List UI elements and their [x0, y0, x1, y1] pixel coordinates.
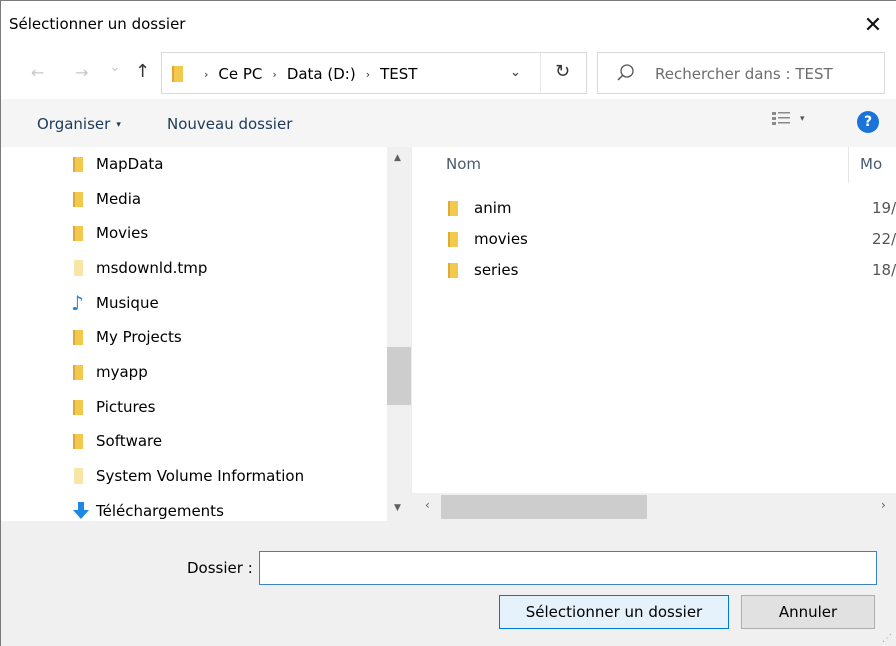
- close-icon: ✕: [863, 12, 883, 38]
- column-header-name[interactable]: Nom: [446, 155, 481, 173]
- folder-icon: [71, 154, 91, 174]
- help-button[interactable]: ?: [857, 111, 879, 133]
- tree-item-label: System Volume Information: [96, 467, 305, 485]
- up-folder-icon[interactable]: ↑: [135, 61, 150, 82]
- folder-icon: [71, 189, 91, 209]
- file-date: 18/(: [872, 261, 896, 279]
- tree-item-label: MapData: [96, 155, 164, 173]
- folder-icon: [171, 65, 187, 87]
- breadcrumb-separator: ›: [204, 67, 209, 81]
- tree-item-label: Movies: [96, 224, 149, 242]
- column-header-modified[interactable]: Mo: [860, 155, 882, 173]
- folder-input[interactable]: [259, 551, 877, 585]
- list-item[interactable]: movies 22/(: [446, 224, 896, 254]
- tree-item-label: Pictures: [96, 398, 156, 416]
- refresh-icon[interactable]: ↻: [555, 61, 570, 82]
- folder-icon: [446, 260, 466, 280]
- navigation-pane: MapData Media Movies msdownld.tmp ♪ Musi…: [1, 147, 411, 521]
- new-folder-button[interactable]: Nouveau dossier: [167, 115, 292, 133]
- folder-picker-dialog: Sélectionner un dossier ✕ ← → ⌄ ↑ › Ce P…: [0, 0, 896, 646]
- sort-ascending-icon: ^: [644, 147, 654, 154]
- folder-icon: [71, 431, 91, 451]
- file-date: 19/(: [872, 199, 896, 217]
- folder-blank-icon: [71, 258, 91, 278]
- tree-item-system-volume-information[interactable]: System Volume Information: [71, 459, 304, 493]
- breadcrumb-test[interactable]: TEST: [380, 65, 417, 83]
- select-folder-button[interactable]: Sélectionner un dossier: [499, 595, 729, 629]
- folder-icon: [71, 327, 91, 347]
- folder-field-label: Dossier :: [187, 559, 253, 577]
- navigation-bar: ← → ⌄ ↑ › Ce PC › Data (D:) › TEST ⌄ ↻ R…: [1, 47, 896, 99]
- tree-item-myapp[interactable]: myapp: [71, 355, 148, 389]
- folder-icon: [71, 362, 91, 382]
- dialog-title: Sélectionner un dossier: [9, 15, 186, 33]
- tree-item-label: Musique: [96, 294, 159, 312]
- close-button[interactable]: ✕: [856, 9, 890, 41]
- file-name: series: [474, 261, 519, 279]
- scrollbar-thumb[interactable]: [387, 347, 411, 405]
- tree-item-pictures[interactable]: Pictures: [71, 390, 155, 424]
- command-bar: Organiser ▾ Nouveau dossier ▾ ?: [1, 99, 896, 147]
- list-item[interactable]: series 18/(: [446, 255, 896, 285]
- address-divider: [540, 53, 541, 93]
- tree-item-label: msdownld.tmp: [96, 259, 208, 277]
- forward-icon[interactable]: →: [75, 63, 88, 82]
- breadcrumb-separator: ›: [272, 67, 277, 81]
- title-bar: Sélectionner un dossier ✕: [1, 1, 896, 47]
- address-bar[interactable]: › Ce PC › Data (D:) › TEST ⌄ ↻: [161, 52, 587, 94]
- folder-blank-icon: [71, 466, 91, 486]
- file-name: movies: [474, 230, 528, 248]
- folder-icon: [71, 223, 91, 243]
- download-icon: [71, 501, 91, 521]
- scrollbar-thumb[interactable]: [441, 495, 647, 519]
- cancel-button[interactable]: Annuler: [741, 595, 875, 629]
- tree-item-msdownld[interactable]: msdownld.tmp: [71, 251, 207, 285]
- organize-button[interactable]: Organiser ▾: [37, 115, 121, 133]
- folder-icon: [71, 397, 91, 417]
- breadcrumb: › Ce PC › Data (D:) › TEST: [194, 65, 417, 83]
- file-list: ^ Nom Mo anim 19/( movies 22/( series 18…: [411, 147, 896, 521]
- search-icon: [616, 63, 636, 87]
- tree-item-label: myapp: [96, 363, 148, 381]
- search-box[interactable]: Rechercher dans : TEST: [597, 52, 885, 94]
- recent-locations-icon[interactable]: ⌄: [109, 59, 121, 75]
- scroll-right-icon[interactable]: ›: [881, 498, 886, 512]
- tree-item-label: Media: [96, 190, 142, 208]
- organize-label: Organiser: [37, 115, 111, 133]
- tree-item-my-projects[interactable]: My Projects: [71, 320, 182, 354]
- chevron-down-icon: ▾: [116, 120, 121, 130]
- file-name: anim: [474, 199, 512, 217]
- breadcrumb-ce-pc[interactable]: Ce PC: [218, 65, 262, 83]
- scroll-left-icon[interactable]: ‹: [425, 498, 430, 512]
- list-item[interactable]: anim 19/(: [446, 193, 896, 223]
- tree-item-movies[interactable]: Movies: [71, 216, 148, 250]
- folder-icon: [446, 229, 466, 249]
- search-placeholder: Rechercher dans : TEST: [655, 65, 833, 83]
- tree-item-label: My Projects: [96, 328, 182, 346]
- file-list-scrollbar[interactable]: ‹ ›: [411, 493, 896, 521]
- tree-item-software[interactable]: Software: [71, 424, 162, 458]
- breadcrumb-separator: ›: [365, 67, 371, 81]
- tree-item-telechargements[interactable]: Téléchargements: [71, 494, 224, 521]
- tree-item-mapdata[interactable]: MapData: [71, 147, 163, 181]
- resize-grip-icon[interactable]: ⋰: [882, 633, 894, 645]
- navigation-pane-scrollbar[interactable]: ▲ ▼: [387, 147, 411, 521]
- column-divider[interactable]: [848, 147, 849, 183]
- dialog-footer: Dossier : Sélectionner un dossier Annule…: [1, 521, 896, 646]
- view-list-icon: [772, 112, 790, 125]
- scroll-down-icon[interactable]: ▼: [394, 503, 401, 513]
- tree-item-media[interactable]: Media: [71, 182, 141, 216]
- tree-item-musique[interactable]: ♪ Musique: [71, 286, 159, 320]
- music-icon: ♪: [71, 291, 84, 315]
- view-options-button[interactable]: ▾: [772, 111, 805, 127]
- breadcrumb-data-d[interactable]: Data (D:): [287, 65, 356, 83]
- file-date: 22/(: [872, 230, 896, 248]
- tree-item-label: Software: [96, 432, 163, 450]
- scroll-up-icon[interactable]: ▲: [394, 153, 401, 163]
- back-icon[interactable]: ←: [31, 63, 44, 82]
- tree-item-label: Téléchargements: [96, 502, 224, 520]
- folder-icon: [446, 198, 466, 218]
- address-dropdown-icon[interactable]: ⌄: [510, 65, 521, 80]
- chevron-down-icon: ▾: [800, 114, 805, 124]
